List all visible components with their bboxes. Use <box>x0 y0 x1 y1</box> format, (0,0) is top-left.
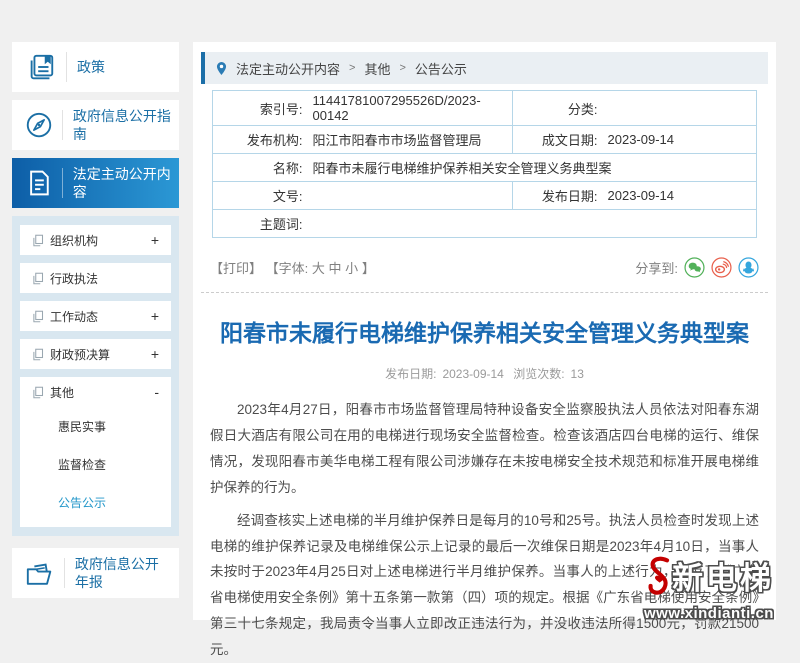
sidebar-submenu: 组织机构 + 行政执法 工作动态 + <box>12 216 179 536</box>
sidebar-item-law-enforcement[interactable]: 行政执法 <box>20 263 171 293</box>
weibo-icon[interactable] <box>711 257 732 278</box>
submenu-label: 其他 <box>50 384 74 401</box>
name-value: 阳春市未履行电梯维护保养相关安全管理义务典型案 <box>308 154 757 182</box>
wechat-icon[interactable] <box>684 257 705 278</box>
open-folder-icon <box>24 558 56 588</box>
sidebar-item-annual-report[interactable]: 政府信息公开年报 <box>12 548 179 598</box>
views-count: 13 <box>571 367 584 381</box>
brand-8-icon <box>644 554 672 603</box>
divider <box>64 558 65 588</box>
table-row: 文号: 发布日期: 2023-09-14 <box>213 182 757 210</box>
publish-date-caption: 发布日期: <box>385 367 436 381</box>
article-paragraph: 2023年4月27日，阳春市市场监督管理局特种设备安全监察股执法人员依法对阳春东… <box>210 397 759 501</box>
collapse-minus-icon[interactable]: - <box>154 384 159 400</box>
issuing-agency-label: 发布机构: <box>213 126 308 154</box>
breadcrumb-item-other[interactable]: 其他 <box>364 59 390 78</box>
sidebar-item-statutory-disclosure[interactable]: 法定主动公开内容 <box>12 158 179 208</box>
sidebar-item-public-announcements[interactable]: 公告公示 <box>20 483 171 521</box>
submenu-label: 财政预决算 <box>50 346 110 363</box>
watermark-logo: 新电梯 www.xindianti.cn <box>624 554 794 622</box>
font-size-prefix: 【字体: <box>266 261 309 276</box>
doc-number-label: 文号: <box>213 182 308 210</box>
table-row: 发布机构: 阳江市阳春市市场监督管理局 成文日期: 2023-09-14 <box>213 126 757 154</box>
expand-plus-icon[interactable]: + <box>151 232 159 248</box>
article-toolbar: 【打印】 【字体: 大 中 小 】 分享到: <box>210 257 759 278</box>
publish-date: 2023-09-14 <box>442 367 503 381</box>
print-font-controls: 【打印】 【字体: 大 中 小 】 <box>210 258 375 277</box>
breadcrumb-separator: > <box>349 62 355 74</box>
print-button[interactable]: 【打印】 <box>210 261 262 276</box>
publish-date-value: 2023-09-14 <box>603 182 757 210</box>
expand-plus-icon[interactable]: + <box>151 308 159 324</box>
written-date-label: 成文日期: <box>513 126 603 154</box>
page-icon <box>32 272 44 285</box>
breadcrumb: 法定主动公开内容 > 其他 > 公告公示 <box>201 52 768 84</box>
sidebar-item-other[interactable]: 其他 - <box>20 377 171 407</box>
issuing-agency-value: 阳江市阳春市市场监督管理局 <box>308 126 513 154</box>
document-meta-table: 索引号: 11441781007295526D/2023-00142 分类: 发… <box>212 90 757 238</box>
submenu-label: 工作动态 <box>50 308 98 325</box>
category-value <box>603 91 757 126</box>
article-title: 阳春市未履行电梯维护保养相关安全管理义务典型案 <box>213 314 756 348</box>
publish-date-label: 发布日期: <box>513 182 603 210</box>
sidebar-item-label: 政府信息公开年报 <box>75 555 171 591</box>
font-size-medium-button[interactable]: 中 <box>329 261 342 276</box>
qq-icon[interactable] <box>738 257 759 278</box>
font-size-large-button[interactable]: 大 <box>312 261 325 276</box>
sidebar: 政策 政府信息公开指南 法定主动公开内容 <box>12 42 179 606</box>
submenu-label: 行政执法 <box>50 270 98 287</box>
watermark-url: www.xindianti.cn <box>624 605 794 622</box>
font-size-suffix: 】 <box>362 261 375 276</box>
watermark-brand-row: 新电梯 <box>624 554 794 603</box>
table-row: 索引号: 11441781007295526D/2023-00142 分类: <box>213 91 757 126</box>
sidebar-item-fiscal-budget[interactable]: 财政预决算 + <box>20 339 171 369</box>
keywords-label: 主题词: <box>213 210 308 238</box>
page-icon <box>32 348 44 361</box>
index-number-label: 索引号: <box>213 91 308 126</box>
sidebar-item-organization[interactable]: 组织机构 + <box>20 225 171 255</box>
keywords-value <box>308 210 757 238</box>
breadcrumb-item-statutory[interactable]: 法定主动公开内容 <box>236 59 340 78</box>
sidebar-item-label: 政府信息公开指南 <box>73 107 171 143</box>
sidebar-item-label: 政策 <box>77 58 105 76</box>
article-body: 2023年4月27日，阳春市市场监督管理局特种设备安全监察股执法人员依法对阳春东… <box>210 397 759 663</box>
page-icon <box>32 310 44 323</box>
sidebar-item-label: 法定主动公开内容 <box>73 165 171 201</box>
submenu-label: 组织机构 <box>50 232 98 249</box>
page-icon <box>32 386 44 399</box>
document-icon <box>24 169 54 197</box>
breadcrumb-separator: > <box>399 62 405 74</box>
written-date-value: 2023-09-14 <box>603 126 757 154</box>
page-icon <box>32 234 44 247</box>
sidebar-item-supervision-inspection[interactable]: 监督检查 <box>20 445 171 483</box>
expand-plus-icon[interactable]: + <box>151 346 159 362</box>
sidebar-item-huimin-shishi[interactable]: 惠民实事 <box>20 407 171 445</box>
breadcrumb-item-current: 公告公示 <box>415 59 467 78</box>
doc-number-value <box>308 182 513 210</box>
views-caption: 浏览次数: <box>513 367 564 381</box>
main-panel: 法定主动公开内容 > 其他 > 公告公示 索引号: 11441781007295… <box>193 42 776 620</box>
article-meta: 发布日期: 2023-09-14 浏览次数: 13 <box>193 365 776 382</box>
table-row: 名称: 阳春市未履行电梯维护保养相关安全管理义务典型案 <box>213 154 757 182</box>
watermark-brand-text: 新电梯 <box>672 563 774 594</box>
sidebar-item-policy[interactable]: 政策 <box>12 42 179 92</box>
index-number-value: 11441781007295526D/2023-00142 <box>308 91 513 126</box>
location-pin-icon <box>215 61 228 76</box>
book-icon <box>24 52 58 82</box>
share-label: 分享到: <box>635 258 678 277</box>
share-controls: 分享到: <box>635 257 759 278</box>
sidebar-item-work-updates[interactable]: 工作动态 + <box>20 301 171 331</box>
divider <box>62 168 63 198</box>
category-label: 分类: <box>513 91 603 126</box>
font-size-small-button[interactable]: 小 <box>345 261 358 276</box>
sidebar-group-other: 其他 - 惠民实事 监督检查 公告公示 <box>20 377 171 527</box>
divider <box>62 110 63 140</box>
compass-icon <box>24 110 54 140</box>
name-label: 名称: <box>213 154 308 182</box>
sidebar-item-gov-info-guide[interactable]: 政府信息公开指南 <box>12 100 179 150</box>
table-row: 主题词: <box>213 210 757 238</box>
dotted-divider <box>201 292 768 293</box>
divider <box>66 52 67 82</box>
